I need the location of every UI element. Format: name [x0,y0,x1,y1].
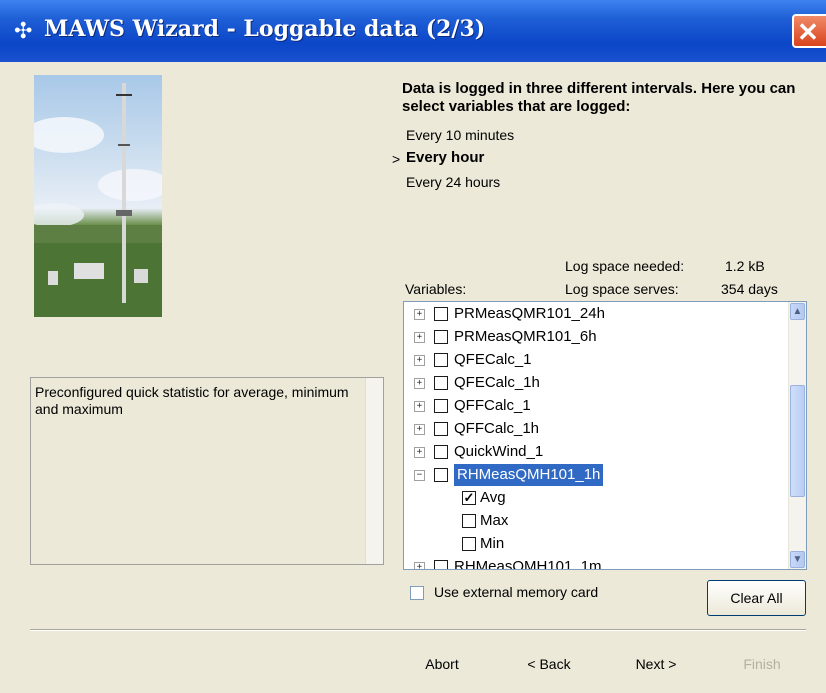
expand-icon[interactable]: + [414,332,425,343]
log-space-serves-label: Log space serves: [565,281,679,297]
description-scrollbar[interactable] [365,378,383,564]
variable-name[interactable]: RHMeasQMH101_1m [454,556,602,569]
finish-button[interactable]: Finish [712,647,812,683]
window-title: MAWS Wizard - Loggable data (2/3) [44,16,486,42]
scroll-up-icon[interactable]: ▲ [790,303,805,320]
expand-icon[interactable]: + [414,562,425,569]
back-button[interactable]: < Back [499,647,599,683]
interval-24-hours[interactable]: Every 24 hours [406,174,500,190]
expand-icon[interactable]: + [414,401,425,412]
close-button[interactable]: ✕ [792,14,826,48]
variables-scrollbar[interactable]: ▲ ▼ [788,302,806,569]
variable-checkbox[interactable] [434,399,448,413]
variable-checkbox[interactable] [434,376,448,390]
selected-interval-arrow: > [392,151,401,167]
child-variable-name[interactable]: Max [480,510,508,532]
wizard-window: ✣ MAWS Wizard - Loggable data (2/3) ✕ Pr… [0,0,826,693]
variable-checkbox[interactable] [434,353,448,367]
weather-mast-illustration [34,83,162,317]
variable-checkbox[interactable] [434,468,448,482]
variable-checkbox[interactable] [434,307,448,321]
child-variable-name[interactable]: Avg [480,487,506,509]
abort-button[interactable]: Abort [402,647,482,683]
external-memory-label[interactable]: Use external memory card [434,584,598,600]
log-space-serves-value: 354 days [721,281,778,297]
variable-name[interactable]: QuickWind_1 [454,441,543,463]
expand-icon[interactable]: + [414,309,425,320]
avg-checkbox[interactable]: ✓ [462,491,476,505]
external-memory-checkbox[interactable] [410,586,424,600]
variable-name[interactable]: QFECalc_1 [454,349,532,371]
weather-station-photo [34,75,162,317]
description-text: Preconfigured quick statistic for averag… [35,384,349,417]
expand-icon[interactable]: + [414,355,425,366]
variable-checkbox[interactable] [434,560,448,569]
variable-name-selected[interactable]: RHMeasQMH101_1h [454,464,604,486]
max-checkbox[interactable] [462,514,476,528]
expand-icon[interactable]: + [414,447,425,458]
scroll-thumb[interactable] [790,385,805,497]
variable-name[interactable]: PRMeasQMR101_6h [454,326,597,348]
log-space-needed-value: 1.2 kB [725,258,765,274]
variable-name[interactable]: PRMeasQMR101_24h [454,303,605,325]
intervals-heading: Data is logged in three different interv… [402,80,796,115]
interval-10-minutes[interactable]: Every 10 minutes [406,127,514,143]
variable-checkbox[interactable] [434,445,448,459]
min-checkbox[interactable] [462,537,476,551]
variable-name[interactable]: QFFCalc_1 [454,395,531,417]
expand-icon[interactable]: + [414,424,425,435]
variable-name[interactable]: QFECalc_1h [454,372,540,394]
variables-label: Variables: [405,281,467,297]
description-box: Preconfigured quick statistic for averag… [30,377,384,565]
clear-all-button[interactable]: Clear All [707,580,806,616]
variable-checkbox[interactable] [434,422,448,436]
title-bar[interactable]: ✣ MAWS Wizard - Loggable data (2/3) ✕ [0,0,826,62]
expand-icon[interactable]: + [414,378,425,389]
compass-star-icon: ✣ [14,18,33,43]
next-button[interactable]: Next > [606,647,706,683]
scroll-down-icon[interactable]: ▼ [790,551,805,568]
variables-tree[interactable]: + PRMeasQMR101_24h + PRMeasQMR101_6h + Q… [403,301,807,570]
interval-every-hour[interactable]: Every hour [406,149,484,166]
collapse-icon[interactable]: − [414,470,425,481]
separator-line [30,629,806,631]
variable-name[interactable]: QFFCalc_1h [454,418,539,440]
variable-checkbox[interactable] [434,330,448,344]
log-space-needed-label: Log space needed: [565,258,685,274]
child-variable-name[interactable]: Min [480,533,504,555]
